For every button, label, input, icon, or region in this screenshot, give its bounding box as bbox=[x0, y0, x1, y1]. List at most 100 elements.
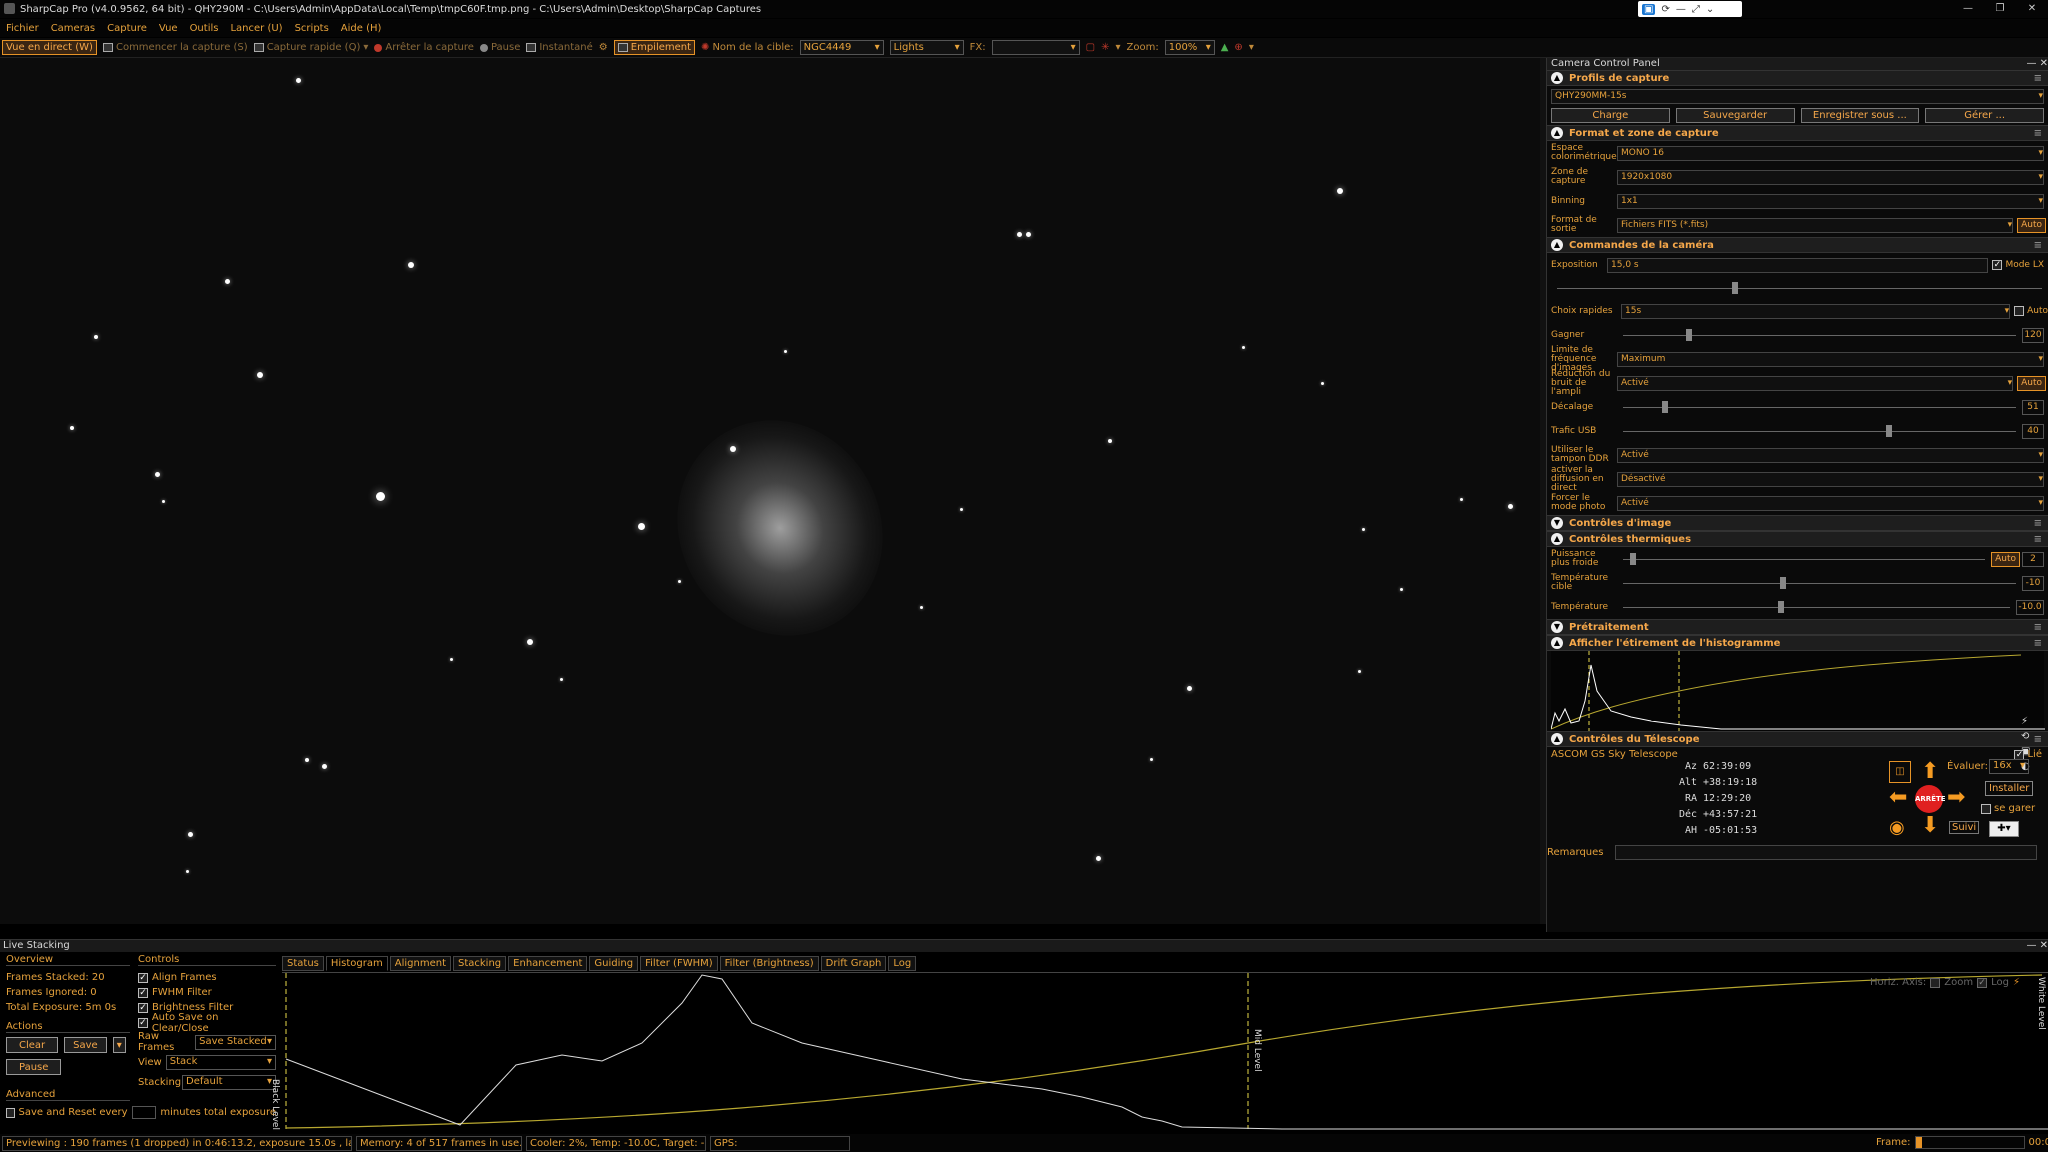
section-menu-icon[interactable]: ≡ bbox=[2034, 638, 2042, 649]
tab-filter-fwhm[interactable]: Filter (FWHM) bbox=[640, 956, 718, 971]
target-name-select[interactable]: NGC4449 ▾ bbox=[799, 40, 884, 55]
tab-alignment[interactable]: Alignment bbox=[389, 956, 451, 971]
save-as-profile-button[interactable]: Enregistrer sous ... bbox=[1800, 108, 1920, 123]
usb-slider[interactable] bbox=[1623, 424, 2016, 437]
magnify-icon[interactable]: ⊕ bbox=[1234, 42, 1242, 53]
menu-outils[interactable]: Outils bbox=[184, 23, 225, 34]
section-menu-icon[interactable]: ≡ bbox=[2034, 240, 2042, 251]
focus-dropdown-icon[interactable]: ▾ bbox=[1115, 42, 1120, 53]
park-checkbox[interactable] bbox=[1981, 803, 1991, 814]
binning-select[interactable]: 1x1 ▾ bbox=[1617, 193, 2044, 209]
exposure-slider[interactable] bbox=[1557, 281, 2042, 294]
load-profile-button[interactable]: Charge bbox=[1551, 108, 1670, 123]
histogram-stretch-icon[interactable]: ⚡ bbox=[2013, 977, 2020, 988]
mini-histogram[interactable] bbox=[1550, 651, 2045, 731]
usb-slider-thumb[interactable] bbox=[1886, 424, 1893, 437]
brightness-filter-checkbox[interactable]: ✓ bbox=[138, 1002, 148, 1013]
output-format-auto-button[interactable]: Auto bbox=[2017, 217, 2046, 233]
gain-slider-thumb[interactable] bbox=[1685, 328, 1692, 341]
snapshot-button[interactable]: Instantané bbox=[526, 42, 593, 53]
menu-scripts[interactable]: Scripts bbox=[289, 23, 335, 34]
install-button[interactable]: Installer bbox=[1985, 781, 2034, 796]
lx-mode-checkbox[interactable]: ✓ bbox=[1992, 260, 2003, 270]
offset-value[interactable]: 51 bbox=[2022, 399, 2044, 415]
section-telescope[interactable]: ▲ Contrôles du Télescope ≡ bbox=[1547, 731, 2048, 747]
output-format-select[interactable]: Fichiers FITS (*.fits) ▾ bbox=[1617, 217, 2014, 233]
reticle-dropdown-icon[interactable]: ✚▾ bbox=[1989, 821, 2019, 837]
exposure-input[interactable]: 15,0 s bbox=[1607, 257, 1989, 273]
arrow-up-icon[interactable]: ⬆ bbox=[1921, 761, 1939, 783]
maximize-button[interactable]: ❐ bbox=[1984, 0, 2016, 18]
quick-auto-checkbox[interactable] bbox=[2014, 306, 2025, 316]
save-reset-minutes-input[interactable] bbox=[131, 1106, 157, 1119]
zoom-select[interactable]: 100% ▾ bbox=[1164, 40, 1215, 55]
live-stacking-close-icon[interactable]: — ✕ bbox=[2026, 940, 2048, 952]
gain-slider[interactable] bbox=[1623, 328, 2016, 341]
magnify-dropdown-icon[interactable]: ▾ bbox=[1249, 42, 1254, 53]
tray-minimize-icon[interactable]: — bbox=[1676, 4, 1686, 15]
section-preprocessing[interactable]: ▼ Prétraitement ≡ bbox=[1547, 619, 2048, 635]
zoom-checkbox[interactable] bbox=[1930, 977, 1941, 988]
frame-type-select[interactable]: Lights ▾ bbox=[889, 40, 964, 55]
manage-profile-button[interactable]: Gérer ... bbox=[1925, 108, 2044, 123]
section-thermal[interactable]: ▲ Contrôles thermiques ≡ bbox=[1547, 531, 2048, 547]
section-camera-controls[interactable]: ▲ Commandes de la caméra ≡ bbox=[1547, 237, 2048, 253]
profile-select[interactable]: QHY290MM-15s ▾ bbox=[1551, 88, 2044, 104]
usb-value[interactable]: 40 bbox=[2022, 423, 2044, 439]
section-menu-icon[interactable]: ≡ bbox=[2034, 534, 2042, 545]
tab-stacking[interactable]: Stacking bbox=[453, 956, 507, 971]
gain-value[interactable]: 120 bbox=[2022, 327, 2044, 343]
panel-pin-icon[interactable]: — ✕ bbox=[2026, 58, 2048, 70]
arrow-right-icon[interactable]: ➡ bbox=[1947, 787, 1965, 809]
exposure-slider-thumb[interactable] bbox=[1731, 281, 1738, 294]
tab-enhancement[interactable]: Enhancement bbox=[508, 956, 588, 971]
save-dropdown-icon[interactable]: ▾ bbox=[112, 1037, 126, 1053]
histogram-reset-icon[interactable]: ⟲ bbox=[2021, 731, 2035, 742]
tray-chevron-icon[interactable]: ⌄ bbox=[1706, 4, 1714, 15]
slew-target-icon[interactable]: ◫ bbox=[1889, 761, 1911, 783]
ddr-select[interactable]: Activé ▾ bbox=[1617, 447, 2044, 463]
log-checkbox[interactable]: ✓ bbox=[1977, 977, 1988, 988]
settings-toolbar-icon[interactable]: ⚙ bbox=[599, 42, 608, 53]
raw-frames-select[interactable]: Save Stacked ▾ bbox=[195, 1034, 276, 1050]
quick-choice-select[interactable]: 15s ▾ bbox=[1621, 303, 2011, 319]
minimize-button[interactable]: — bbox=[1952, 0, 1984, 18]
tab-histogram[interactable]: Histogram bbox=[325, 956, 388, 971]
quick-capture-dropdown-icon[interactable]: ▾ bbox=[363, 42, 368, 53]
focus-icon[interactable]: ✳ bbox=[1101, 42, 1109, 53]
cooler-auto-button[interactable]: Auto bbox=[1991, 551, 2020, 567]
arrow-down-icon[interactable]: ⬇ bbox=[1921, 815, 1939, 837]
fx-select[interactable]: ▾ bbox=[991, 40, 1080, 55]
start-capture-button[interactable]: Commencer la capture (S) bbox=[102, 42, 248, 53]
view-select[interactable]: Stack ▾ bbox=[165, 1054, 276, 1070]
target-temp-thumb[interactable] bbox=[1780, 576, 1787, 589]
stop-slew-button[interactable]: ARRÊTE bbox=[1915, 785, 1946, 813]
amp-noise-auto-button[interactable]: Auto bbox=[2017, 375, 2046, 391]
fps-limit-select[interactable]: Maximum ▾ bbox=[1617, 351, 2044, 367]
auto-save-checkbox[interactable]: ✓ bbox=[138, 1017, 148, 1028]
target-temp-slider[interactable] bbox=[1623, 576, 2016, 589]
save-reset-checkbox[interactable] bbox=[6, 1107, 15, 1118]
pause-button[interactable]: Pause bbox=[479, 42, 520, 53]
colorspace-select[interactable]: MONO 16 ▾ bbox=[1617, 145, 2044, 161]
capture-area-select[interactable]: 1920x1080 ▾ bbox=[1617, 169, 2044, 185]
section-menu-icon[interactable]: ≡ bbox=[2034, 518, 2042, 529]
home-icon[interactable]: ◉ bbox=[1889, 817, 1905, 838]
image-viewer[interactable] bbox=[0, 58, 1540, 924]
reticle-icon[interactable]: ▢ bbox=[1086, 42, 1095, 53]
pause-stacking-button[interactable]: Pause bbox=[6, 1059, 62, 1075]
menu-fichier[interactable]: Fichier bbox=[0, 23, 45, 34]
remarks-input[interactable] bbox=[1615, 845, 2037, 860]
menu-aide[interactable]: Aide (H) bbox=[335, 23, 388, 34]
tab-log[interactable]: Log bbox=[888, 956, 917, 971]
arrow-left-icon[interactable]: ⬅ bbox=[1889, 787, 1907, 809]
offset-slider-thumb[interactable] bbox=[1662, 400, 1669, 413]
section-capture-profiles[interactable]: ▲ Profils de capture ≡ bbox=[1547, 70, 2048, 86]
section-menu-icon[interactable]: ≡ bbox=[2034, 73, 2042, 84]
save-profile-button[interactable]: Sauvegarder bbox=[1675, 108, 1795, 123]
menu-vue[interactable]: Vue bbox=[153, 23, 184, 34]
live-view-button[interactable]: Vue en direct (W) bbox=[2, 40, 97, 55]
menu-capture[interactable]: Capture bbox=[101, 23, 153, 34]
stacking-select[interactable]: Default ▾ bbox=[182, 1074, 276, 1090]
tray-app-icon[interactable]: ▣ bbox=[1642, 3, 1656, 15]
